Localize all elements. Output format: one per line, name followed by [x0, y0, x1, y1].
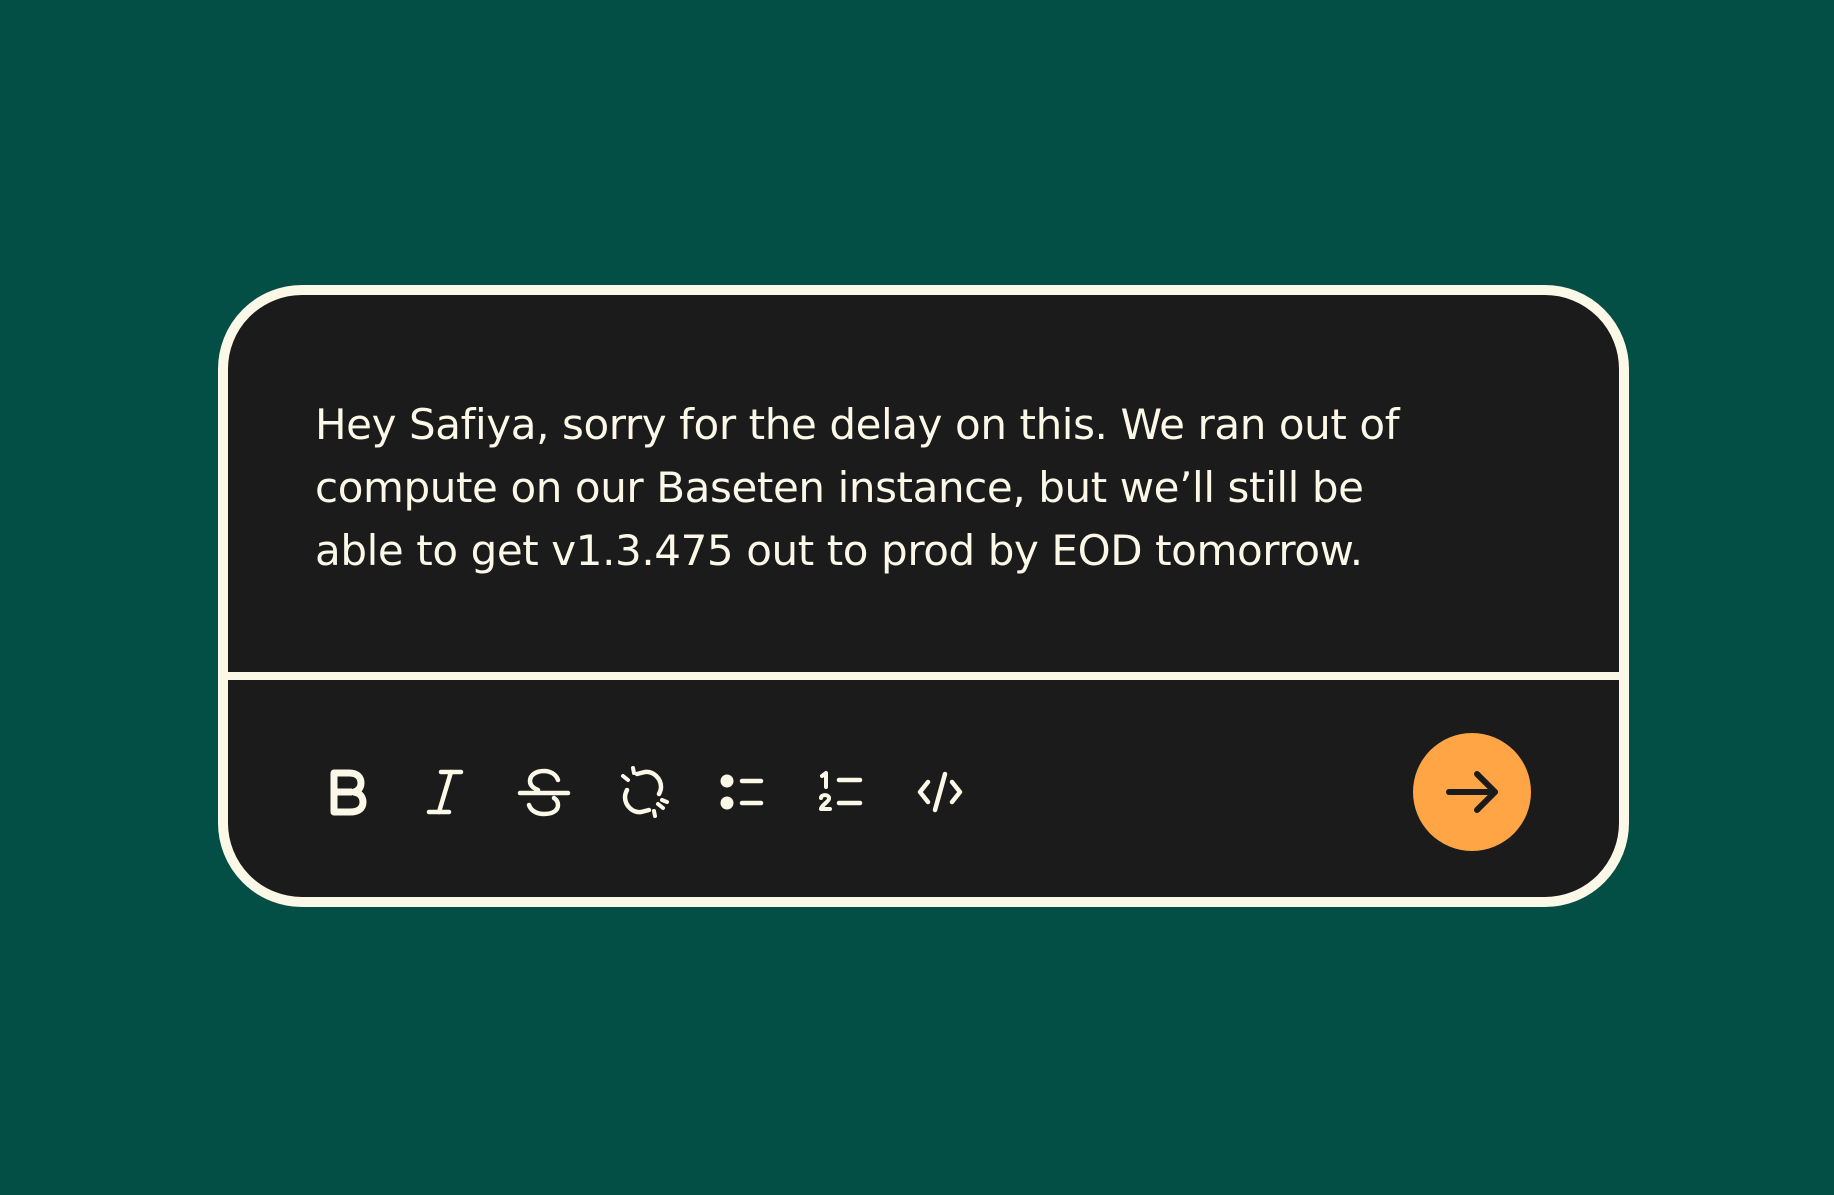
- strikethrough-button[interactable]: [516, 764, 572, 820]
- code-icon: [917, 771, 963, 813]
- bold-button[interactable]: [318, 764, 374, 820]
- italic-icon: [426, 769, 464, 815]
- send-button[interactable]: [1413, 733, 1531, 851]
- numbered-list-button[interactable]: [813, 764, 869, 820]
- bulleted-list-button[interactable]: [714, 764, 770, 820]
- formatting-toolbar: [228, 680, 1619, 897]
- arrow-right-icon: [1446, 771, 1498, 813]
- bulleted-list-icon: [720, 774, 764, 810]
- message-input[interactable]: Hey Safiya, sorry for the delay on this.…: [228, 295, 1619, 680]
- strikethrough-icon: [517, 768, 571, 817]
- code-button[interactable]: [912, 764, 968, 820]
- message-composer: Hey Safiya, sorry for the delay on this.…: [218, 285, 1629, 907]
- numbered-list-icon: [819, 771, 863, 811]
- bold-icon: [330, 769, 367, 816]
- message-text: Hey Safiya, sorry for the delay on this.…: [315, 400, 1400, 575]
- unlink-button[interactable]: [615, 764, 671, 820]
- italic-button[interactable]: [417, 764, 473, 820]
- unlink-icon: [621, 766, 669, 818]
